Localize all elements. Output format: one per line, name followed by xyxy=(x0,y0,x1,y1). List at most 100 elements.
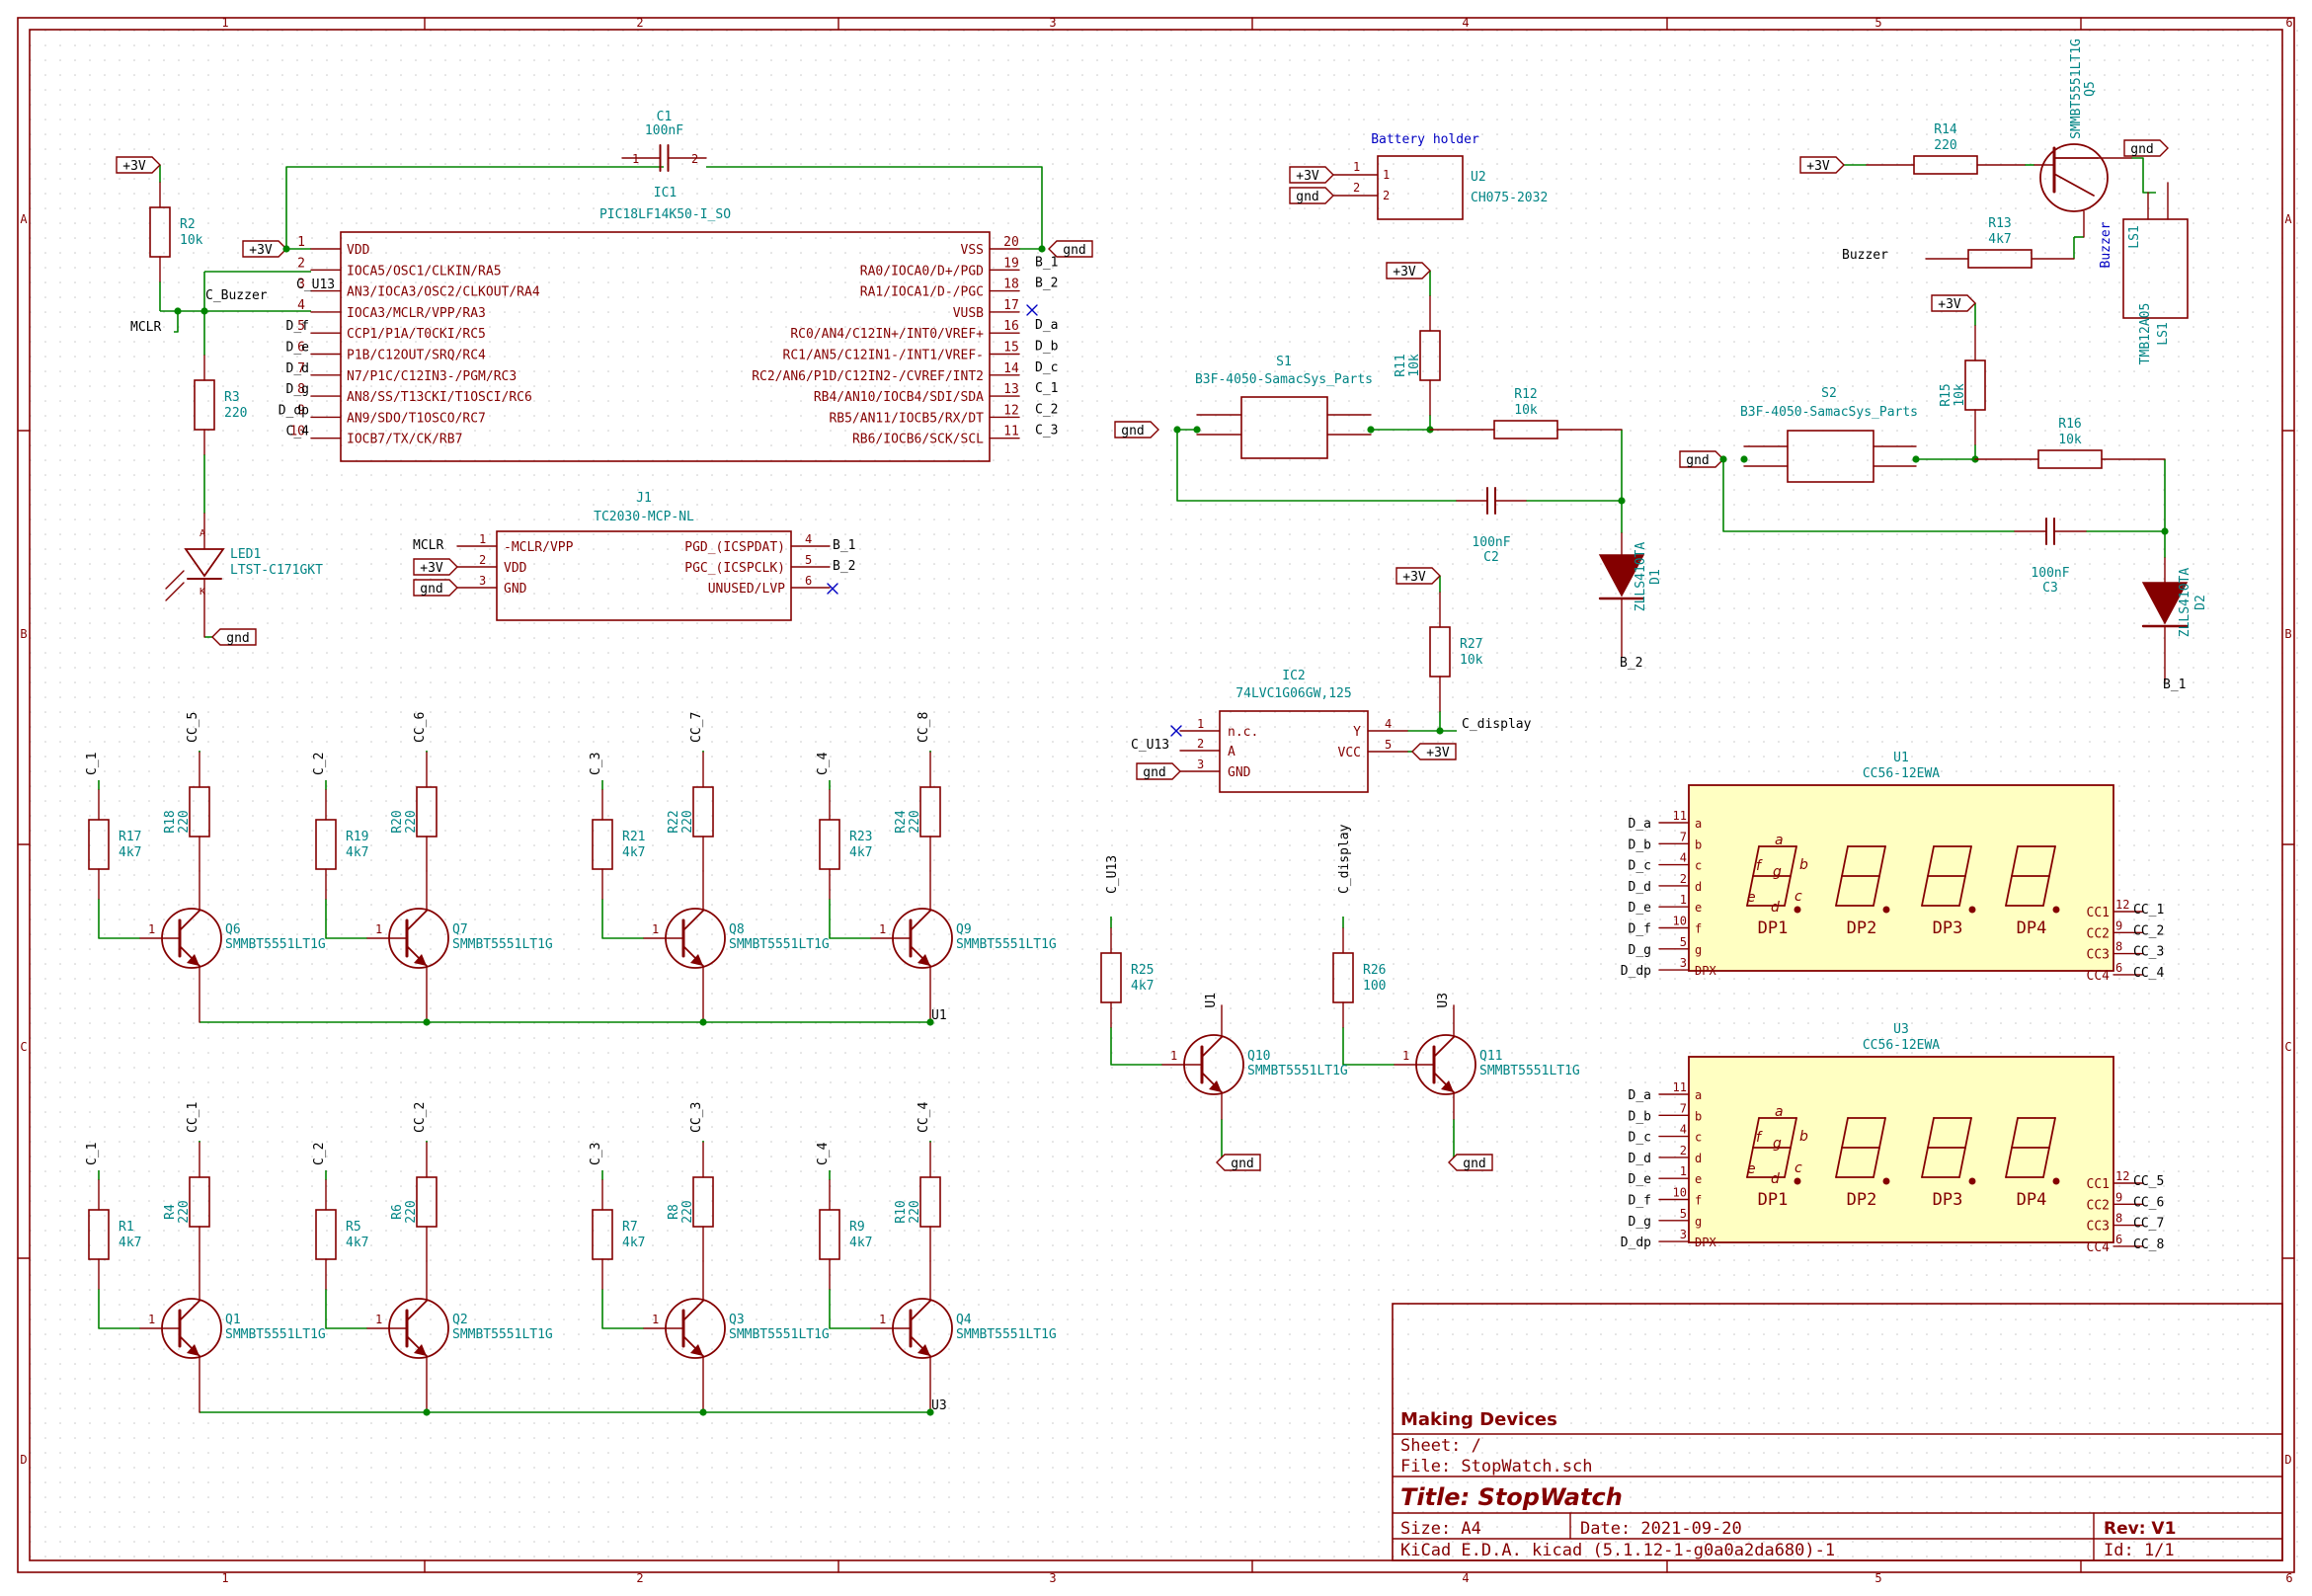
pin-name: n.c. xyxy=(1228,725,1258,740)
ref: R6 xyxy=(390,1204,405,1220)
pin-name: GND xyxy=(504,582,527,597)
power-flag-text: gnd xyxy=(420,582,442,597)
net-label: C_1 xyxy=(85,753,100,775)
ref: S2 xyxy=(1821,386,1837,401)
title: Title: StopWatch xyxy=(1400,1483,1623,1511)
pin-number: 9 xyxy=(2115,918,2122,932)
power-flag-text: gnd xyxy=(1686,453,1709,468)
power-flag-text: gnd xyxy=(2130,142,2153,157)
pin-name: RA0/IOCA0/D+/PGD xyxy=(860,264,984,279)
ref: R27 xyxy=(1460,637,1482,652)
pin-number: 2 xyxy=(1197,737,1204,751)
net-label: CC_3 xyxy=(689,1102,704,1133)
pin-name: CC4 xyxy=(2087,1240,2111,1255)
net-label: D_d xyxy=(286,361,309,376)
net-label: CC_6 xyxy=(413,712,428,743)
net-label: CC_8 xyxy=(2133,1237,2164,1252)
pin-number: 1 xyxy=(1197,717,1204,731)
junction-dot xyxy=(200,307,208,315)
value: SMMBT5551LT1G xyxy=(956,1327,1057,1342)
ref: R7 xyxy=(622,1220,638,1235)
value: ZLLS410TA xyxy=(1634,542,1648,612)
pin-name: RC0/AN4/C12IN+/INT0/VREF+ xyxy=(790,327,984,342)
net-label: C_2 xyxy=(312,753,327,775)
value: SMMBT5551LT1G xyxy=(729,1327,830,1342)
net-label: B_2 xyxy=(1035,277,1058,291)
net-label: C_display xyxy=(1337,824,1352,894)
ref: Q7 xyxy=(452,922,468,937)
ref: S1 xyxy=(1276,355,1292,369)
ref: R20 xyxy=(390,810,405,833)
row-marker: D xyxy=(2284,1453,2291,1467)
value: CH075-2032 xyxy=(1471,191,1548,205)
tool: KiCad E.D.A. kicad (5.1.12-1-g0a0a2da680… xyxy=(1400,1541,1835,1560)
net-label: C_2 xyxy=(1035,402,1058,417)
pin-number: 1 xyxy=(879,1313,886,1326)
ref: U2 xyxy=(1471,170,1486,185)
pin-number: 13 xyxy=(1003,382,1019,397)
pin-name: b xyxy=(1695,1109,1702,1123)
junction-dot xyxy=(1912,455,1920,463)
value: 220 xyxy=(177,1200,192,1223)
ref: R15 xyxy=(1939,383,1953,406)
pin-name: RA1/IOCA1/D-/PGC xyxy=(860,285,984,300)
junction-dot xyxy=(2161,527,2169,535)
ref: R5 xyxy=(346,1220,361,1235)
pin-name: a xyxy=(1695,817,1702,831)
net-label: C_U13 xyxy=(296,278,335,292)
pin-name: 1 xyxy=(1383,168,1390,182)
net-label: D_c xyxy=(1035,360,1058,375)
pin-name: K xyxy=(199,587,205,598)
net-label: CC_1 xyxy=(186,1102,200,1133)
net-label: D_b xyxy=(1629,1109,1652,1124)
net-label: C_4 xyxy=(816,752,831,775)
pin-name: CC3 xyxy=(2087,948,2110,963)
segment-letter: a xyxy=(1775,1104,1784,1120)
value: SMMBT5551LT1G xyxy=(225,937,326,952)
ref: R4 xyxy=(163,1204,178,1220)
ref: LS1 xyxy=(2156,322,2171,345)
junction-dot xyxy=(1740,455,1748,463)
column-marker: 6 xyxy=(2285,1571,2292,1585)
net-label: MCLR xyxy=(413,538,443,553)
pin-number: 17 xyxy=(1003,298,1019,313)
decimal-point xyxy=(1882,1177,1890,1185)
ref: R12 xyxy=(1514,387,1537,402)
value: 4k7 xyxy=(346,845,368,860)
value: 4k7 xyxy=(849,1236,872,1250)
pin-number: 1 xyxy=(1680,893,1687,907)
net-label: D_g xyxy=(1629,1215,1651,1230)
pin-number: 19 xyxy=(1003,256,1019,271)
junction-dot xyxy=(1367,426,1375,434)
pin-name: CC4 xyxy=(2087,969,2111,984)
net-label: C_display xyxy=(1462,717,1532,732)
dp-label: DP4 xyxy=(2017,1190,2047,1210)
value: 74LVC1G06GW,125 xyxy=(1236,686,1351,701)
value: SMMBT5551LT1G xyxy=(1247,1064,1348,1078)
pin-name: AN3/IOCA3/OSC2/CLKOUT/RA4 xyxy=(347,285,540,300)
pin-number: 6 xyxy=(805,574,812,588)
ref: R22 xyxy=(667,810,681,833)
value: 4k7 xyxy=(1988,232,2011,247)
pin-name: VDD xyxy=(347,243,370,258)
pin-name: CCP1/P1A/T0CKI/RC5 xyxy=(347,327,486,342)
power-flag-text: gnd xyxy=(1063,243,1085,258)
pin-name: RB6/IOCB6/SCK/SCL xyxy=(852,433,984,447)
pin-number: 5 xyxy=(1680,1207,1687,1221)
pin-number: 4 xyxy=(1680,851,1687,865)
junction-dot xyxy=(1193,426,1201,434)
net-label: B_1 xyxy=(833,538,855,553)
ref: C1 xyxy=(657,110,673,124)
pin-number: 12 xyxy=(2115,898,2129,912)
power-flag-text: +3V xyxy=(1402,570,1426,585)
column-marker: 4 xyxy=(1462,1571,1469,1585)
net-label: CC_6 xyxy=(2133,1195,2164,1210)
ref: IC2 xyxy=(1282,669,1305,683)
net-label: D_f xyxy=(286,319,309,334)
pin-name: VUSB xyxy=(953,306,984,321)
dp-label: DP3 xyxy=(1933,918,1963,938)
value: 220 xyxy=(404,810,419,833)
sheet-name: Sheet: / xyxy=(1400,1436,1481,1456)
pin-name: A xyxy=(1228,745,1236,759)
net-label: C_3 xyxy=(1035,424,1058,439)
